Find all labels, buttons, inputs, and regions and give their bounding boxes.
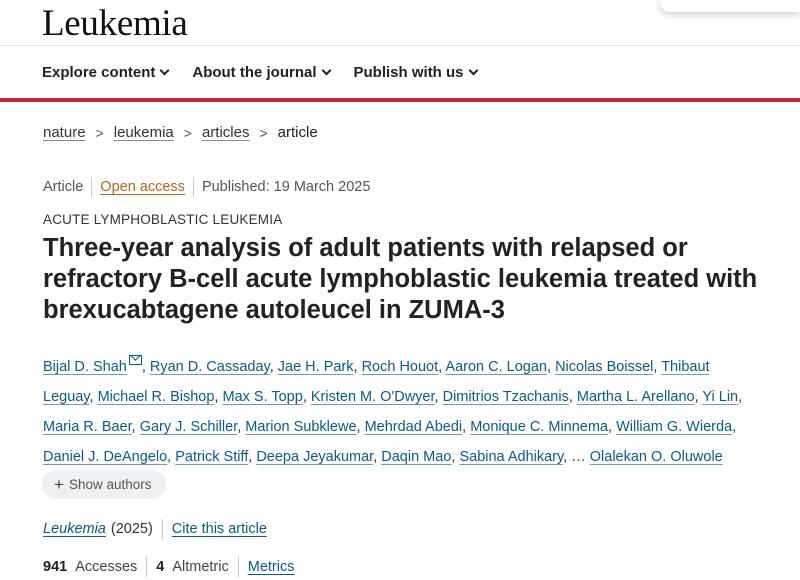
authors-ellipsis: … [571,449,586,465]
citation-line: Leukemia (2025) Cite this article [43,519,267,539]
author-list: Bijal D. Shah, Ryan D. Cassaday, Jae H. … [43,352,763,472]
author-link[interactable]: Monique C. Minnema [470,419,608,435]
author-link[interactable]: Max S. Topp [222,389,302,405]
article-metrics: 941 Accesses 4 Altmetric Metrics [43,557,294,577]
main-nav: Explore content About the journal Publis… [42,64,478,81]
author-link[interactable]: Sabina Adhikary [459,449,563,465]
author-link[interactable]: Maria R. Baer [43,419,132,435]
author-link[interactable]: Jae H. Park [278,359,354,375]
author-link[interactable]: Gary J. Schiller [140,419,238,435]
nav-explore-content[interactable]: Explore content [42,64,170,81]
nav-label: About the journal [192,64,317,81]
author-link[interactable]: Michael R. Bishop [98,389,215,405]
header-accent-rule [0,98,800,102]
article-meta: Article Open access Published: 19 March … [43,177,370,197]
nav-label: Publish with us [353,64,464,81]
author-link[interactable]: Daniel J. DeAngelo [43,449,167,465]
article-type: Article [43,179,84,195]
breadcrumb: nature > leukemia > articles > article [43,124,318,141]
citation-divider [161,519,163,539]
nav-label: Explore content [42,64,156,81]
author-link[interactable]: Nicolas Boissel [555,359,653,375]
chevron-down-icon [159,65,170,76]
altmetric-count: 4 [156,559,165,575]
author-link[interactable]: Deepa Jeyakumar [256,449,373,465]
header-overlay [660,0,800,12]
altmetric-label: Altmetric [172,559,229,575]
chevron-down-icon [468,65,478,76]
site-header: Leukemia Explore content About the journ… [0,0,800,102]
journal-link[interactable]: Leukemia [43,521,106,537]
breadcrumb-separator: > [183,124,192,141]
publication-year: (2025) [110,521,153,537]
author-link[interactable]: Aaron C. Logan [445,359,547,375]
author-link[interactable]: Patrick Stiff [175,449,248,465]
author-link[interactable]: Bijal D. Shah [43,359,127,375]
author-link[interactable]: Roch Houot [362,359,439,375]
author-link[interactable]: Daqin Mao [381,449,451,465]
cite-this-article-link[interactable]: Cite this article [172,521,267,537]
nav-about-journal[interactable]: About the journal [192,64,331,81]
breadcrumb-leukemia[interactable]: leukemia [114,124,174,141]
metrics-divider [237,557,239,577]
author-link[interactable]: Martha L. Arellano [577,389,695,405]
mail-icon[interactable] [128,355,142,365]
breadcrumb-separator: > [95,124,104,141]
nav-publish-with-us[interactable]: Publish with us [353,64,478,81]
article-title: Three-year analysis of adult patients wi… [43,234,758,324]
author-link[interactable]: William G. Wierda [616,419,732,435]
author-link[interactable]: Yi Lin [702,389,738,405]
metrics-divider [146,557,148,577]
author-link[interactable]: Olalekan O. Oluwole [590,449,723,465]
plus-icon: + [54,475,64,494]
open-access-link[interactable]: Open access [100,179,185,195]
author-link[interactable]: Marion Subklewe [245,419,356,435]
meta-divider [192,177,194,197]
accesses-count: 941 [43,559,68,575]
show-authors-button[interactable]: + Show authors [42,470,166,499]
breadcrumb-articles[interactable]: articles [202,124,250,141]
metrics-link[interactable]: Metrics [248,559,295,575]
meta-divider [91,177,93,197]
accesses-label: Accesses [75,559,138,575]
breadcrumb-nature[interactable]: nature [43,124,86,141]
author-link[interactable]: Kristen M. O'Dwyer [311,389,435,405]
published-date: Published: 19 March 2025 [201,179,371,195]
author-link[interactable]: Dimitrios Tzachanis [443,389,569,405]
breadcrumb-separator: > [259,124,268,141]
header-divider [0,45,800,46]
author-link[interactable]: Mehrdad Abedi [365,419,463,435]
show-authors-label: Show authors [68,477,152,492]
article-subject[interactable]: ACUTE LYMPHOBLASTIC LEUKEMIA [43,212,282,227]
chevron-down-icon [321,65,331,76]
author-link[interactable]: Ryan D. Cassaday [150,359,270,375]
breadcrumb-current: article [277,124,318,141]
journal-logo[interactable]: Leukemia [42,2,188,45]
